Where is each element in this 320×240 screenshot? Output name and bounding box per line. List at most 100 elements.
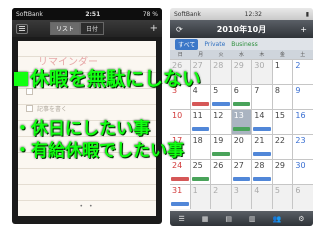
- event-bar[interactable]: [171, 202, 189, 206]
- day-number: 6: [295, 186, 301, 195]
- calendar-day-cell[interactable]: 28: [252, 160, 272, 184]
- day-number: 26: [213, 161, 224, 170]
- calendar-day-cell[interactable]: 3: [231, 185, 252, 209]
- calendar-day-cell[interactable]: 21: [252, 135, 272, 159]
- filter-private[interactable]: Private: [204, 41, 225, 48]
- calendar-day-cell[interactable]: 6: [231, 85, 252, 109]
- calendar-day-cell[interactable]: 30: [252, 60, 272, 84]
- day-number: 3: [233, 186, 239, 195]
- calendar-day-cell[interactable]: 5: [272, 185, 293, 209]
- month-icon[interactable]: ▥: [249, 215, 256, 223]
- calendar-day-cell[interactable]: 6: [293, 185, 313, 209]
- calendar-icon[interactable]: ▤: [225, 215, 232, 223]
- battery-label: 78 %: [142, 10, 158, 18]
- calendar-day-cell[interactable]: 29: [231, 60, 252, 84]
- calendar-day-cell[interactable]: 11: [190, 110, 211, 134]
- clock-label: 2:51: [85, 10, 101, 18]
- calendar-day-cell[interactable]: 30: [293, 160, 313, 184]
- calendar-day-cell[interactable]: 27: [231, 160, 252, 184]
- event-bar[interactable]: [232, 127, 251, 131]
- calendar-day-cell[interactable]: 4: [252, 185, 272, 209]
- calendar-day-cell[interactable]: 22: [272, 135, 293, 159]
- calendar-day-cell[interactable]: 23: [293, 135, 313, 159]
- calendar-day-cell[interactable]: 20: [231, 135, 252, 159]
- calendar-day-cell[interactable]: 18: [190, 135, 211, 159]
- view-segmented-control: リスト 日付: [50, 22, 105, 35]
- calendar-day-cell[interactable]: 7: [252, 85, 272, 109]
- event-bar[interactable]: [191, 177, 210, 181]
- tab-list[interactable]: リスト: [50, 22, 81, 35]
- list-item[interactable]: 記事を書く: [26, 104, 67, 113]
- day-number: 28: [254, 161, 265, 170]
- caption-headline: 休暇を無駄にしない: [14, 64, 201, 91]
- day-number: 2: [295, 61, 301, 70]
- add-reminder-button[interactable]: +: [150, 23, 158, 34]
- calendar-day-cell[interactable]: 16: [293, 110, 313, 134]
- day-number: 28: [213, 61, 224, 70]
- calendar-day-cell[interactable]: 24: [170, 160, 190, 184]
- calendar-day-cell[interactable]: 28: [211, 60, 231, 84]
- calendar-day-cell[interactable]: 9: [293, 85, 313, 109]
- calendar-day-cell[interactable]: 1: [272, 60, 293, 84]
- calendar-day-cell[interactable]: 10: [170, 110, 190, 134]
- gear-icon[interactable]: ⚙: [298, 215, 304, 223]
- event-bar[interactable]: [253, 152, 271, 156]
- calendar-day-cell[interactable]: 19: [211, 135, 231, 159]
- day-number: 21: [254, 136, 265, 145]
- day-number: 22: [274, 136, 286, 145]
- event-bar[interactable]: [212, 152, 230, 156]
- calendar-day-cell[interactable]: 14: [252, 110, 272, 134]
- event-bar[interactable]: [232, 177, 251, 181]
- calendar-day-cell[interactable]: 15: [272, 110, 293, 134]
- month-title: 2010年10月: [216, 24, 267, 34]
- calendar-day-cell[interactable]: 1: [190, 185, 211, 209]
- tab-date[interactable]: 日付: [80, 22, 105, 35]
- checkbox[interactable]: [26, 105, 33, 112]
- event-bar[interactable]: [253, 127, 271, 131]
- day-number: 23: [295, 136, 306, 145]
- weekday-label: 水: [238, 52, 244, 58]
- calendar-day-cell[interactable]: 25: [190, 160, 211, 184]
- battery-icon: ▮: [305, 10, 309, 18]
- status-bar: SoftBank 2:51 78 %: [12, 8, 162, 20]
- status-bar: SoftBank 12:32 ▮: [170, 8, 313, 20]
- refresh-icon[interactable]: ⟳: [176, 25, 183, 34]
- day-number: 4: [254, 186, 260, 195]
- event-bar[interactable]: [191, 102, 210, 106]
- day-number: 24: [172, 161, 183, 170]
- day-number: 18: [192, 136, 203, 145]
- weekday-label: 火: [218, 52, 224, 58]
- day-number: 20: [233, 136, 244, 145]
- calendar-day-cell[interactable]: 13: [231, 110, 252, 134]
- day-number: 5: [274, 186, 280, 195]
- calendar-day-cell[interactable]: 29: [272, 160, 293, 184]
- filter-all[interactable]: すべて: [175, 38, 199, 50]
- day-number: 16: [295, 111, 306, 120]
- add-event-button[interactable]: +: [300, 25, 307, 34]
- calendar-day-cell[interactable]: 12: [211, 110, 231, 134]
- day-number: 10: [172, 111, 183, 120]
- weekday-label: 木: [259, 52, 265, 58]
- event-bar[interactable]: [171, 177, 189, 181]
- filter-business[interactable]: Business: [231, 41, 257, 48]
- event-bar[interactable]: [232, 102, 251, 106]
- menu-icon[interactable]: [16, 23, 28, 34]
- list-icon[interactable]: ☰: [178, 215, 184, 223]
- bullet-square-icon: [14, 72, 28, 86]
- event-bar[interactable]: [212, 102, 230, 106]
- calendar-day-cell[interactable]: 2: [211, 185, 231, 209]
- people-icon[interactable]: 👥: [273, 215, 282, 223]
- grid-icon[interactable]: ▦: [202, 215, 209, 223]
- calendar-day-cell[interactable]: 8: [272, 85, 293, 109]
- calendar-day-cell[interactable]: 26: [211, 160, 231, 184]
- day-number: 11: [192, 111, 203, 120]
- calendar-day-cell[interactable]: 2: [293, 60, 313, 84]
- day-number: 5: [213, 86, 219, 95]
- event-bar[interactable]: [191, 127, 210, 131]
- caption-line3: ・有給休暇でしたい事: [14, 141, 184, 161]
- new-item-placeholder[interactable]: 記事を書く: [37, 104, 67, 113]
- carrier-label: SoftBank: [16, 10, 43, 18]
- calendar-day-cell[interactable]: 31: [170, 185, 190, 209]
- calendar-day-cell[interactable]: 5: [211, 85, 231, 109]
- event-bar[interactable]: [253, 177, 271, 181]
